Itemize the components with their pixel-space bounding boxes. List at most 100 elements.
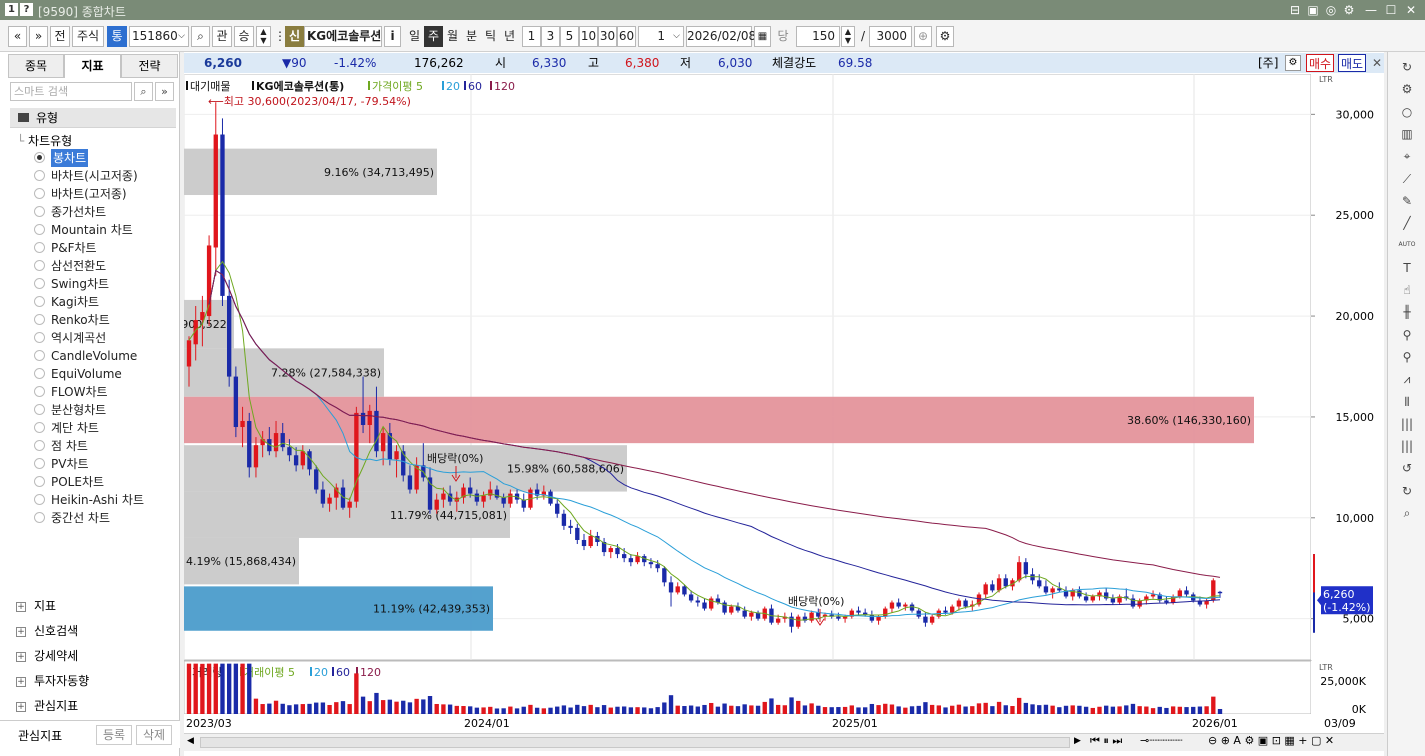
- chart-area[interactable]: 6,260 ▼90 -1.42% 176,262 시 6,330 고 6,380…: [184, 52, 1384, 756]
- buy-button[interactable]: 매수: [1306, 54, 1335, 72]
- radio-icon[interactable]: [34, 386, 45, 397]
- maximize-icon[interactable]: ☐: [1382, 2, 1400, 18]
- interval-1[interactable]: 1: [522, 26, 541, 47]
- sidebar-group[interactable]: + 지표: [16, 596, 56, 616]
- camera-icon[interactable]: ◎: [1322, 2, 1340, 18]
- auto-icon[interactable]: AUTO: [1398, 236, 1416, 254]
- zoom-icon[interactable]: ⚲: [1398, 326, 1416, 344]
- gwan-button[interactable]: 관: [212, 26, 232, 47]
- delete-button[interactable]: 삭제: [136, 725, 172, 745]
- circle-icon[interactable]: ○: [1398, 103, 1416, 121]
- jeon-button[interactable]: 전: [50, 26, 70, 47]
- date-input[interactable]: 2026/02/08: [686, 26, 756, 47]
- search-icon[interactable]: ⌕: [134, 82, 153, 101]
- cross-icon[interactable]: ⌖: [1398, 147, 1416, 165]
- interval-select[interactable]: 1 ⌵: [638, 26, 684, 47]
- period-month[interactable]: 월: [443, 26, 462, 47]
- chevron-down-icon[interactable]: ⌵: [673, 27, 680, 46]
- radio-icon[interactable]: [34, 458, 45, 469]
- grid-icon[interactable]: |||: [1398, 415, 1416, 433]
- scroll-track[interactable]: [200, 737, 1070, 748]
- search-icon[interactable]: ⚲: [1398, 348, 1416, 366]
- expand-plus-icon[interactable]: +: [16, 651, 26, 662]
- period-day[interactable]: 일: [405, 26, 424, 47]
- horizontal-scrollbar[interactable]: ◀ ▶ ⏮ ⏸ ⏭ ⊸┈┈┈┈┈ ⊖ ⊕ A ⚙ ▣ ⊡ ▦ + ▢ ✕: [184, 733, 1384, 751]
- expand-plus-icon[interactable]: +: [16, 626, 26, 637]
- tong-button[interactable]: 통: [107, 26, 127, 47]
- radio-icon[interactable]: [34, 296, 45, 307]
- minimize-icon[interactable]: —: [1362, 2, 1380, 18]
- register-button[interactable]: 등록: [96, 725, 132, 745]
- pen-icon[interactable]: ✎: [1398, 192, 1416, 210]
- hand-icon[interactable]: ☝: [1398, 281, 1416, 299]
- sidebar-group[interactable]: + 신호검색: [16, 621, 78, 641]
- chart-svg[interactable]: 9.16% (34,713,495) 1.82% (6,900,522) 7.28%…: [184, 74, 1384, 756]
- expand-plus-icon[interactable]: +: [16, 601, 26, 612]
- gear-icon[interactable]: ⚙: [1398, 80, 1416, 98]
- bars-icon[interactable]: ⦀: [1398, 393, 1416, 411]
- link-icon[interactable]: ⊟: [1286, 2, 1304, 18]
- radio-icon[interactable]: [34, 260, 45, 271]
- count-spin-icon[interactable]: ▲ ▼: [841, 26, 855, 47]
- save-icon[interactable]: ▣: [1304, 2, 1322, 18]
- radio-icon[interactable]: [34, 314, 45, 325]
- market-select[interactable]: 주식: [72, 26, 104, 47]
- count-input[interactable]: 150: [796, 26, 840, 47]
- search-icon[interactable]: ⌕: [191, 26, 210, 47]
- sidebar-group[interactable]: + 강세약세: [16, 646, 78, 666]
- zoom-in-icon[interactable]: ⊕: [914, 26, 932, 47]
- interval-60[interactable]: 60: [617, 26, 636, 47]
- spin-icon[interactable]: ▲ ▼: [256, 26, 271, 47]
- interval-30[interactable]: 30: [598, 26, 617, 47]
- text-icon[interactable]: T: [1398, 259, 1416, 277]
- interval-5[interactable]: 5: [560, 26, 579, 47]
- prev-button[interactable]: «: [8, 26, 27, 47]
- period-week[interactable]: 주: [424, 26, 443, 47]
- line-icon[interactable]: ⟋: [1398, 170, 1416, 188]
- tab-strategy[interactable]: 전략: [121, 54, 178, 78]
- radio-icon[interactable]: [34, 350, 45, 361]
- radio-icon[interactable]: [34, 206, 45, 217]
- group-type[interactable]: 유형: [10, 108, 176, 128]
- expand-plus-icon[interactable]: +: [16, 701, 26, 712]
- stock-code-input[interactable]: 151860 ⌵: [129, 26, 189, 47]
- sell-button[interactable]: 매도: [1338, 54, 1367, 72]
- radio-icon[interactable]: [34, 512, 45, 523]
- zoom-controls-icon[interactable]: ⊖ ⊕ A ⚙ ▣ ⊡ ▦ + ▢ ✕: [1208, 734, 1334, 747]
- radio-icon[interactable]: [34, 476, 45, 487]
- expand-icon[interactable]: »: [155, 82, 174, 101]
- slider-icon[interactable]: ⊸┈┈┈┈┈: [1140, 734, 1182, 747]
- magnify-icon[interactable]: ⌕: [1398, 504, 1416, 522]
- fib-icon[interactable]: ⩘: [1398, 370, 1416, 388]
- stock-name[interactable]: KG에코솔루션: [304, 26, 382, 47]
- settings-icon[interactable]: ⚙: [1340, 2, 1358, 18]
- close-panel-icon[interactable]: ✕: [1372, 53, 1382, 73]
- radio-icon[interactable]: [34, 170, 45, 181]
- radio-icon[interactable]: [34, 242, 45, 253]
- radio-icon[interactable]: [34, 494, 45, 505]
- settings-icon[interactable]: ⚙: [1285, 55, 1301, 71]
- tab-indicator[interactable]: 지표: [64, 54, 121, 78]
- radio-icon[interactable]: [34, 278, 45, 289]
- smart-search-input[interactable]: 스마트 검색: [10, 82, 132, 101]
- tab-stock[interactable]: 종목: [8, 54, 64, 78]
- undo-icon[interactable]: ↺: [1398, 459, 1416, 477]
- period-tick[interactable]: 틱: [481, 26, 500, 47]
- info-button[interactable]: i: [384, 26, 401, 47]
- radio-icon[interactable]: [34, 422, 45, 433]
- total-input[interactable]: 3000: [869, 26, 912, 47]
- scroll-left-icon[interactable]: ◀: [187, 736, 194, 746]
- settings-icon[interactable]: ⚙: [936, 26, 954, 47]
- radio-icon[interactable]: [34, 188, 45, 199]
- radio-icon[interactable]: [34, 224, 45, 235]
- candle-icon[interactable]: ╫: [1398, 303, 1416, 321]
- sidebar-group[interactable]: + 투자자동향: [16, 671, 89, 691]
- period-minute[interactable]: 분: [462, 26, 481, 47]
- scroll-right-icon[interactable]: ▶: [1074, 736, 1081, 746]
- radio-icon[interactable]: [34, 440, 45, 451]
- period-year[interactable]: 년: [500, 26, 519, 47]
- chart-type-root[interactable]: └ 차트유형: [17, 132, 72, 149]
- radio-icon[interactable]: [34, 368, 45, 379]
- redo-icon[interactable]: ↻: [1398, 482, 1416, 500]
- draw-line-icon[interactable]: ╱: [1398, 214, 1416, 232]
